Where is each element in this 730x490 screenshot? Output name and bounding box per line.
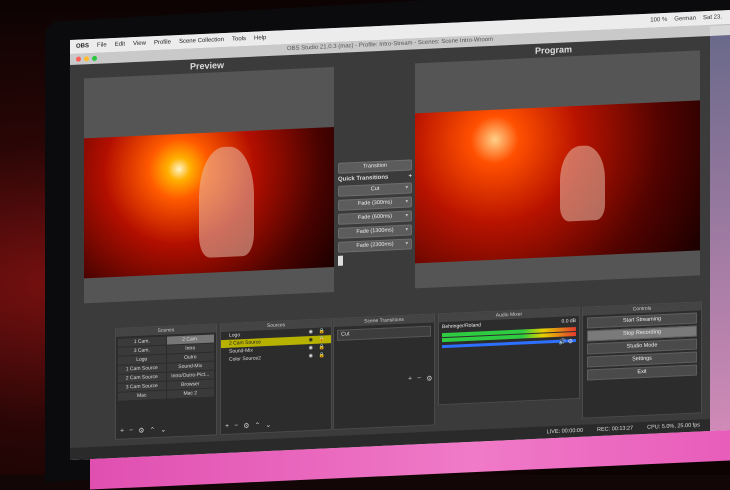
close-button[interactable] (76, 56, 81, 62)
eye-icon[interactable]: ◉ (309, 344, 313, 352)
add-icon[interactable]: + (408, 375, 412, 383)
quick-transition-label: Cut (370, 185, 380, 193)
menu-help[interactable]: Help (254, 35, 266, 42)
quick-transition-label: Fade (600ms) (357, 213, 393, 221)
chevron-down-icon: ▾ (405, 198, 408, 205)
source-label: Color Source2 (229, 355, 261, 363)
obs-window: Preview Program Transition Quick Transit… (70, 35, 710, 460)
menu-edit[interactable]: Edit (115, 42, 125, 48)
menu-profile[interactable]: Profile (154, 39, 171, 46)
monitor-screen: OBS File Edit View Profile Scene Collect… (70, 10, 730, 461)
minimize-button[interactable] (84, 56, 89, 62)
live-timer: LIVE: 00:00:00 (546, 427, 584, 436)
chevron-down-icon: ▾ (405, 240, 408, 247)
eye-icon[interactable]: ◉ (309, 328, 313, 336)
quick-transition-label: Fade (2300ms) (356, 241, 394, 249)
menu-file[interactable]: File (97, 42, 107, 48)
preview-canvas[interactable] (84, 67, 334, 304)
move-up-icon[interactable]: ⌃ (149, 426, 155, 434)
scene-item[interactable]: Mac (118, 390, 166, 401)
add-icon[interactable]: + (120, 428, 124, 436)
tbar-slider[interactable] (338, 255, 343, 266)
program-video-frame (415, 100, 700, 264)
transition-button[interactable]: Transition (338, 159, 412, 174)
quick-transition-fade-300[interactable]: Fade (300ms) ▾ (338, 196, 412, 211)
mixer-source-name: Behringer/Roland (442, 322, 481, 331)
add-quick-transition-icon[interactable]: + (408, 173, 412, 179)
scene-transitions-dock: Scene Transitions Cut + − ⚙ (333, 313, 436, 431)
input-language[interactable]: German (674, 16, 696, 23)
quick-transition-label: Fade (300ms) (357, 199, 393, 207)
scenes-dock: Scenes 1 Cam. 2 Cam. 3 Cam. Intro Logo O… (115, 323, 217, 440)
program-label: Program (535, 44, 573, 56)
menu-scene-collection[interactable]: Scene Collection (179, 37, 224, 45)
eye-icon[interactable]: ◉ (309, 336, 313, 344)
scenes-grid: 1 Cam. 2 Cam. 3 Cam. Intro Logo Outro 1 … (116, 332, 216, 403)
preview-label: Preview (190, 60, 225, 72)
zoom-button[interactable] (92, 55, 97, 62)
gear-icon[interactable]: ⚙ (426, 375, 432, 383)
gear-icon[interactable]: ⚙ (243, 422, 249, 430)
window-controls (76, 55, 97, 62)
scene-item[interactable]: Mac 2 (166, 388, 214, 399)
mixer-db-value: 0.0 dB (561, 318, 576, 325)
clock[interactable]: Sat 23. (703, 14, 722, 21)
app-menu-obs[interactable]: OBS (76, 43, 89, 50)
scenes-toolbar: + − ⚙ ⌃ ⌄ (116, 423, 170, 437)
sources-toolbar: + − ⚙ ⌃ ⌄ (221, 419, 275, 433)
sources-dock: Sources Logo ◉ 🔒 2 Cam Source ◉ 🔒 Sound-Mix ◉… (220, 318, 332, 436)
quick-transitions-header: Quick Transitions + (338, 173, 412, 182)
quick-transition-fade-2300[interactable]: Fade (2300ms) ▾ (338, 238, 412, 253)
controls-dock: Controls Start Streaming Stop Recording … (582, 301, 702, 419)
add-icon[interactable]: + (225, 423, 229, 431)
remove-icon[interactable]: − (417, 375, 421, 383)
chevron-down-icon: ▾ (405, 226, 408, 233)
remove-icon[interactable]: − (234, 422, 238, 430)
status-area: 100 % German Sat 23. (650, 14, 722, 23)
chevron-down-icon: ▾ (405, 184, 408, 191)
menu-tools[interactable]: Tools (232, 36, 246, 43)
quick-transition-fade-1300[interactable]: Fade (1300ms) ▾ (338, 224, 412, 239)
quick-transition-label: Fade (1300ms) (356, 227, 394, 235)
chevron-down-icon: ▾ (405, 212, 408, 219)
transition-panel: Transition Quick Transitions + Cut ▾ Fade… (338, 159, 412, 266)
performer-figure (199, 145, 254, 259)
move-up-icon[interactable]: ⌃ (254, 421, 260, 429)
quick-transitions-label: Quick Transitions (338, 174, 389, 183)
transition-select[interactable]: Cut (337, 325, 431, 341)
menu-view[interactable]: View (133, 41, 146, 48)
exit-button[interactable]: Exit (587, 364, 697, 381)
preview-video-frame (84, 127, 334, 279)
quick-transition-cut[interactable]: Cut ▾ (338, 182, 412, 197)
program-canvas (415, 50, 700, 289)
source-label: Logo (229, 332, 241, 339)
source-label: Sound-Mix (229, 347, 253, 355)
move-down-icon[interactable]: ⌄ (160, 426, 166, 434)
lock-icon[interactable]: 🔒 (319, 351, 325, 359)
gear-icon[interactable]: ⚙ (568, 339, 573, 345)
quick-transition-fade-600[interactable]: Fade (600ms) ▾ (338, 210, 412, 225)
remove-icon[interactable]: − (129, 427, 133, 435)
eye-icon[interactable]: ◉ (309, 352, 313, 360)
audio-mixer-dock: Audio Mixer Behringer/Roland 0.0 dB 🔊 ⚙ (438, 306, 580, 406)
cpu-fps: CPU: 5.0%, 25.00 fps (647, 422, 700, 431)
performer-figure-program (560, 144, 605, 222)
speaker-icon[interactable]: 🔊 (558, 339, 565, 345)
move-down-icon[interactable]: ⌄ (265, 421, 271, 429)
scene-transitions-toolbar: + − ⚙ (404, 372, 436, 385)
desktop-edge (710, 35, 730, 431)
rec-timer: REC: 00:13:27 (597, 425, 634, 434)
battery-percent[interactable]: 100 % (650, 17, 667, 24)
gear-icon[interactable]: ⚙ (138, 427, 144, 435)
